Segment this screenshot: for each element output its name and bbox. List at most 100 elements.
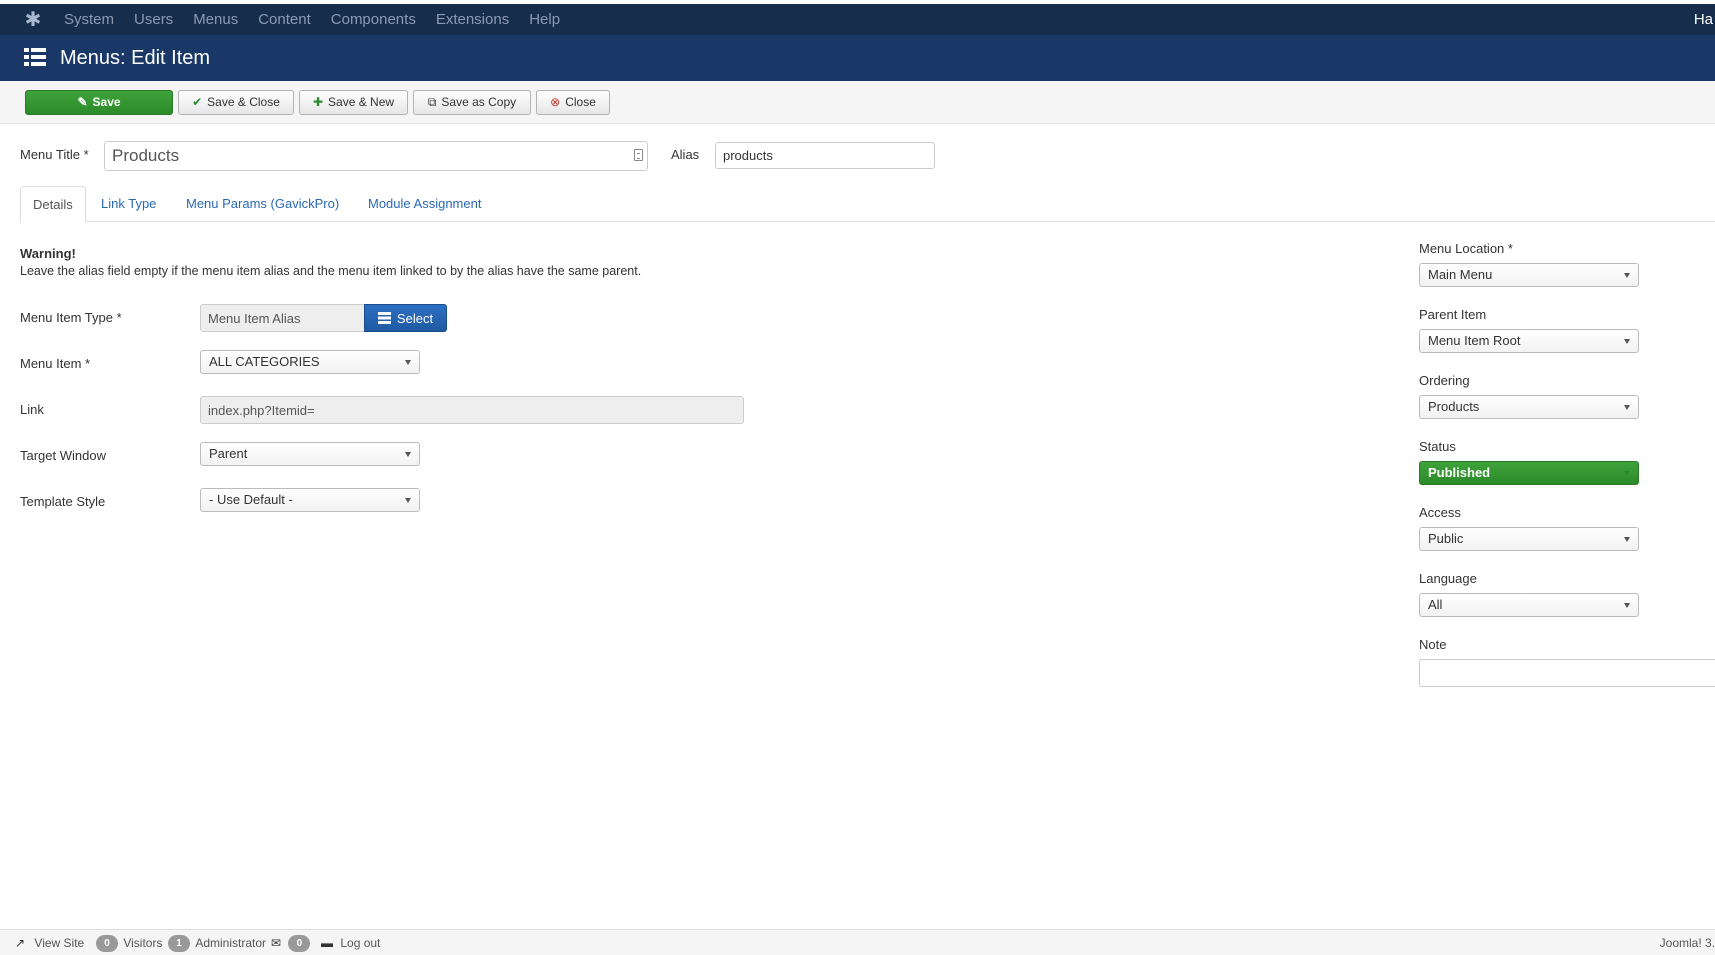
- main-nav: System Users Menus Content Components Ex…: [54, 4, 570, 35]
- user-menu[interactable]: Ha: [1694, 4, 1715, 35]
- target-window-value: Parent: [209, 446, 248, 461]
- nav-components[interactable]: Components: [321, 4, 426, 35]
- nav-extensions[interactable]: Extensions: [426, 4, 519, 35]
- envelope-icon: ✉: [271, 936, 282, 950]
- menu-title-input[interactable]: Products: [104, 141, 648, 171]
- template-style-value: - Use Default -: [209, 492, 293, 507]
- template-style-label: Template Style: [20, 494, 106, 509]
- menu-item-select[interactable]: ALL CATEGORIES: [200, 350, 420, 374]
- alias-input[interactable]: products: [715, 142, 935, 169]
- admin-status[interactable]: 1 Administrator: [168, 930, 266, 955]
- status-value: Published: [1428, 465, 1491, 480]
- access-select[interactable]: Public: [1419, 527, 1639, 551]
- edit-icon: ✎: [77, 95, 88, 109]
- tab-bar: Details Link Type Menu Params (GavickPro…: [20, 186, 1715, 223]
- external-link-icon: ↗: [15, 936, 26, 950]
- messages-status[interactable]: ✉ 0: [271, 930, 311, 955]
- warning-text: Leave the alias field empty if the menu …: [20, 264, 642, 278]
- top-navbar: ✱ System Users Menus Content Components …: [0, 0, 1715, 35]
- close-button[interactable]: ⊗ Close: [536, 90, 610, 115]
- save-close-button-label: Save & Close: [207, 95, 280, 109]
- chevron-down-icon: [1624, 471, 1630, 476]
- chevron-down-icon: [1624, 273, 1630, 278]
- visitors-count-badge: 0: [96, 935, 118, 953]
- visitors-status[interactable]: 0 Visitors: [96, 930, 162, 955]
- plus-icon: ✚: [312, 95, 324, 109]
- chevron-down-icon: [1624, 537, 1630, 542]
- language-label: Language: [1419, 571, 1477, 586]
- view-site-link[interactable]: ↗ View Site: [15, 930, 84, 955]
- visitors-label: Visitors: [123, 936, 163, 950]
- save-new-button[interactable]: ✚ Save & New: [299, 90, 408, 115]
- ordering-value: Products: [1428, 399, 1480, 414]
- nav-menus[interactable]: Menus: [183, 4, 248, 35]
- nav-content[interactable]: Content: [248, 4, 321, 35]
- menu-item-type-value: Menu Item Alias: [208, 310, 301, 326]
- close-circle-icon: ⊗: [550, 95, 561, 109]
- chevron-down-icon: [405, 498, 411, 503]
- save-close-button[interactable]: ✔ Save & Close: [178, 90, 294, 115]
- menu-item-label: Menu Item *: [20, 356, 91, 371]
- nav-help[interactable]: Help: [519, 4, 570, 35]
- parent-item-select[interactable]: Menu Item Root: [1419, 329, 1639, 353]
- status-label: Status: [1419, 439, 1456, 454]
- page-title: Menus: Edit Item: [60, 47, 211, 69]
- ordering-label: Ordering: [1419, 373, 1470, 388]
- link-label: Link: [20, 402, 44, 417]
- tab-module-assignment[interactable]: Module Assignment: [368, 186, 481, 222]
- access-label: Access: [1419, 505, 1461, 520]
- parent-item-value: Menu Item Root: [1428, 333, 1521, 348]
- view-site-label: View Site: [34, 936, 85, 950]
- admin-count-badge: 1: [168, 935, 190, 953]
- toolbar: ✎ Save ✔ Save & Close ✚ Save & New ⧉ Sav…: [0, 81, 1715, 124]
- minus-icon: ▬: [321, 936, 333, 950]
- chevron-down-icon: [1624, 339, 1630, 344]
- alias-value: products: [723, 148, 773, 163]
- messages-count-badge: 0: [288, 935, 311, 953]
- nav-system[interactable]: System: [54, 4, 124, 35]
- document-icon: [634, 149, 643, 161]
- select-menu-type-button[interactable]: Select: [364, 304, 447, 332]
- save-copy-button[interactable]: ⧉ Save as Copy: [413, 90, 531, 115]
- copy-icon: ⧉: [427, 95, 437, 109]
- menu-item-type-label: Menu Item Type *: [20, 310, 122, 325]
- chevron-down-icon: [405, 360, 411, 365]
- menu-item-value: ALL CATEGORIES: [209, 354, 320, 369]
- save-button[interactable]: ✎ Save: [25, 90, 173, 115]
- status-bar: ↗ View Site 0 Visitors 1 Administrator ✉…: [0, 929, 1715, 955]
- note-input[interactable]: [1419, 659, 1715, 687]
- target-window-label: Target Window: [20, 448, 106, 463]
- list-icon: [377, 312, 391, 324]
- language-select[interactable]: All: [1419, 593, 1639, 617]
- alias-label: Alias: [671, 147, 700, 162]
- access-value: Public: [1428, 531, 1464, 546]
- version-label: Joomla! 3.: [1659, 936, 1715, 950]
- chevron-down-icon: [405, 452, 411, 457]
- link-field: index.php?Itemid=: [200, 396, 744, 424]
- menu-title-label: Menu Title *: [20, 147, 89, 162]
- tab-details[interactable]: Details: [20, 186, 86, 223]
- link-value: index.php?Itemid=: [208, 402, 315, 418]
- chevron-down-icon: [1624, 405, 1630, 410]
- menu-location-select[interactable]: Main Menu: [1419, 263, 1639, 287]
- joomla-logo-icon[interactable]: ✱: [22, 9, 44, 31]
- checkmark-icon: ✔: [192, 95, 203, 109]
- warning-title: Warning!: [20, 246, 76, 261]
- note-label: Note: [1419, 637, 1447, 652]
- chevron-down-icon: [1624, 603, 1630, 608]
- target-window-select[interactable]: Parent: [200, 442, 420, 466]
- list-icon: [24, 48, 46, 66]
- admin-label: Administrator: [195, 936, 267, 950]
- menu-location-value: Main Menu: [1428, 267, 1493, 282]
- save-new-button-label: Save & New: [328, 95, 395, 109]
- template-style-select[interactable]: - Use Default -: [200, 488, 420, 512]
- language-value: All: [1428, 597, 1443, 612]
- select-button-label: Select: [396, 310, 434, 326]
- status-select[interactable]: Published: [1419, 461, 1639, 485]
- tab-menu-params[interactable]: Menu Params (GavickPro): [186, 186, 339, 222]
- tab-link-type[interactable]: Link Type: [101, 186, 156, 222]
- close-button-label: Close: [565, 95, 596, 109]
- ordering-select[interactable]: Products: [1419, 395, 1639, 419]
- logout-link[interactable]: ▬ Log out: [321, 930, 380, 955]
- nav-users[interactable]: Users: [124, 4, 183, 35]
